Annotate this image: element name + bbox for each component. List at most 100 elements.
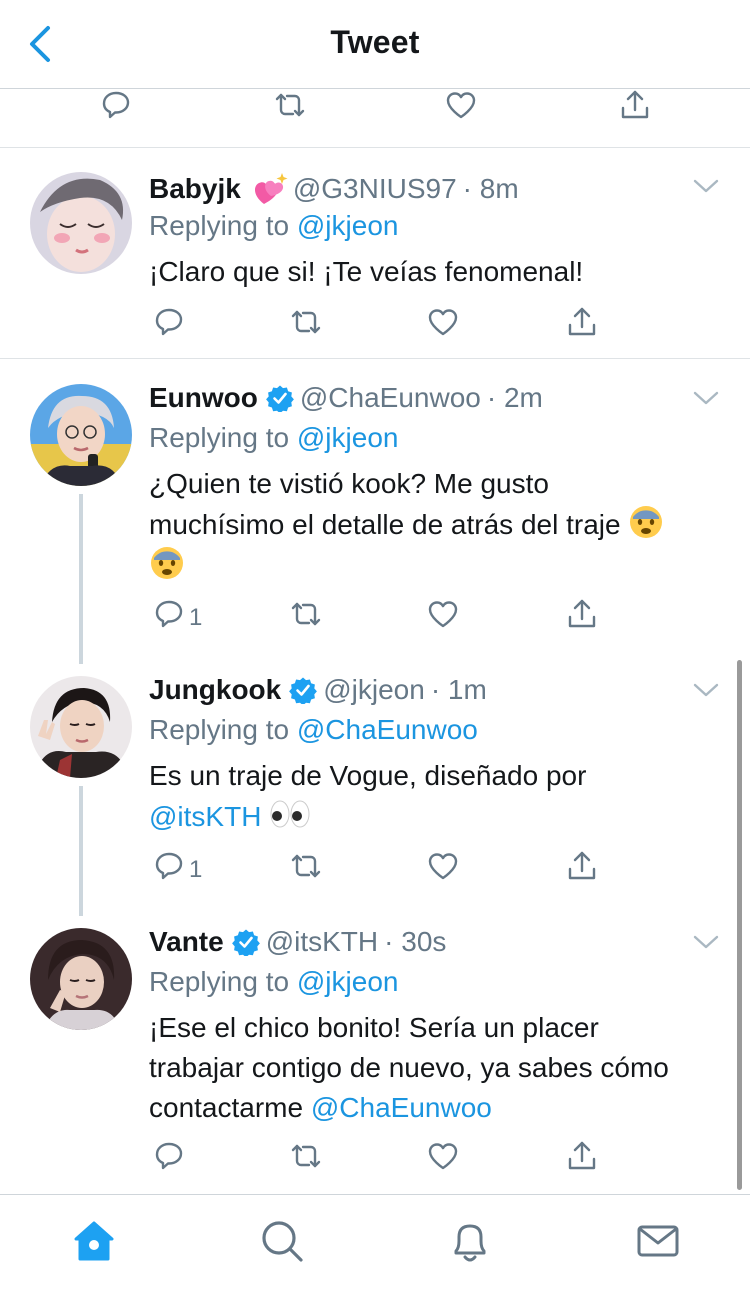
top-nav-bar: Tweet [0,0,750,89]
tweet-text: ¿Quien te vistió kook? Me gusto muchísim… [149,464,729,586]
tweet-header: Jungkook @jkjeon · 1m [149,674,487,706]
tweet-actions [149,1136,619,1186]
avatar-image [30,172,132,274]
like-button[interactable] [423,302,463,342]
reply-icon [155,1142,183,1170]
home-icon [74,1221,114,1261]
reply-icon [155,852,183,880]
heart-icon [428,309,458,336]
tweet-actions: 1 [149,846,619,896]
search-icon [262,1221,303,1262]
retweet-icon [291,602,321,626]
avatar[interactable] [30,172,132,274]
display-name[interactable]: Jungkook [149,674,281,706]
avatar-image [30,928,132,1030]
tweet-text-line: Es un traje de Vogue, diseñado por [149,760,587,791]
tweet-text-line: @itsKTH [149,796,729,837]
retweet-button[interactable] [286,594,326,634]
share-icon [568,851,596,880]
share-icon [568,1141,596,1170]
tweet-text-line: contactarme @ChaEunwoo [149,1088,729,1128]
like-button[interactable] [441,85,481,125]
tweet-header: Babyjk @G3NIUS97 · 8m [149,170,519,208]
avatar[interactable] [30,928,132,1030]
tweet-actions: 1 [149,594,619,644]
tab-search[interactable] [258,1217,306,1265]
sparkling-heart-icon [254,173,288,204]
avatar[interactable] [30,384,132,486]
share-icon [568,307,596,336]
mention-link[interactable]: @ChaEunwoo [311,1092,492,1123]
notifications-icon [454,1224,486,1262]
share-button[interactable] [562,1136,602,1176]
timestamp: · 8m [462,173,519,204]
retweet-icon [275,93,305,117]
mention-link[interactable]: @itsKTH [149,801,261,832]
messages-icon [637,1225,679,1257]
user-handle[interactable]: @jkjeon [323,674,425,706]
share-button[interactable] [562,594,602,634]
reply-count: 1 [189,604,203,631]
tweet-text-part: muchísimo el detalle de atrás del traje [149,509,621,540]
timestamp: · 2m [486,382,543,413]
reply-tweet[interactable]: Vante @itsKTH · 30s Replying to @jkjeon … [0,904,750,1194]
reply-icon [155,600,183,628]
user-handle[interactable]: @itsKTH [266,926,378,958]
chevron-down-icon[interactable] [692,176,720,196]
reply-icon [155,308,183,336]
like-button[interactable] [423,846,463,886]
tweet-text-part: contactarme [149,1092,304,1123]
replying-to: Replying to @ChaEunwoo [149,714,478,746]
tweet-text: ¡Claro que si! ¡Te veías fenomenal! [149,256,584,287]
tab-notifications[interactable] [446,1217,494,1265]
mention-link[interactable]: @jkjeon [297,966,399,997]
heart-icon [428,853,458,880]
reply-tweet[interactable]: Babyjk @G3NIUS97 · 8m Replying to @jkjeo… [0,148,750,358]
share-button[interactable] [615,85,655,125]
replying-label: Replying to [149,210,290,241]
retweet-button[interactable] [286,1136,326,1176]
user-handle[interactable]: @G3NIUS97 [293,173,457,205]
share-button[interactable] [562,302,602,342]
tab-messages[interactable] [634,1217,682,1265]
reply-button[interactable] [96,85,136,125]
mention-link[interactable]: @ChaEunwoo [297,714,478,745]
retweet-button[interactable] [270,85,310,125]
retweet-button[interactable] [286,302,326,342]
retweet-icon [291,310,321,334]
like-button[interactable] [423,594,463,634]
chevron-down-icon[interactable] [692,932,720,952]
tweet-text-line: muchísimo el detalle de atrás del traje [149,504,729,545]
display-name[interactable]: Eunwoo [149,382,258,414]
like-button[interactable] [423,1136,463,1176]
replying-label: Replying to [149,966,290,997]
replying-to: Replying to @jkjeon [149,422,398,454]
avatar[interactable] [30,676,132,778]
reply-button[interactable] [149,1136,189,1176]
timestamp: · 30s [384,926,447,957]
user-handle[interactable]: @ChaEunwoo [300,382,481,414]
scrollbar[interactable] [737,660,742,1190]
display-name[interactable]: Vante [149,926,224,958]
verified-badge-icon [231,929,260,956]
parent-tweet-actions [0,89,750,148]
tweet-text: Es un traje de Vogue, diseñado por @itsK… [149,756,729,837]
replying-label: Replying to [149,422,290,453]
retweet-button[interactable] [286,846,326,886]
chevron-down-icon[interactable] [692,388,720,408]
reply-button[interactable] [149,594,189,634]
mention-link[interactable]: @jkjeon [297,210,399,241]
timestamp: · 1m [430,674,487,705]
mention-link[interactable]: @jkjeon [297,422,399,453]
reply-tweet[interactable]: Eunwoo @ChaEunwoo · 2m Replying to @jkje… [0,360,750,650]
share-button[interactable] [562,846,602,886]
reply-tweet[interactable]: Jungkook @jkjeon · 1m Replying to @ChaEu… [0,652,750,902]
reply-button[interactable] [149,302,189,342]
chevron-down-icon[interactable] [692,680,720,700]
tweet-text-line: ¿Quien te vistió kook? Me gusto [149,468,549,499]
display-name[interactable]: Babyjk [149,173,241,205]
reply-button[interactable] [149,846,189,886]
share-icon [568,599,596,628]
verified-badge-icon [265,385,294,412]
tab-home[interactable] [70,1217,118,1265]
